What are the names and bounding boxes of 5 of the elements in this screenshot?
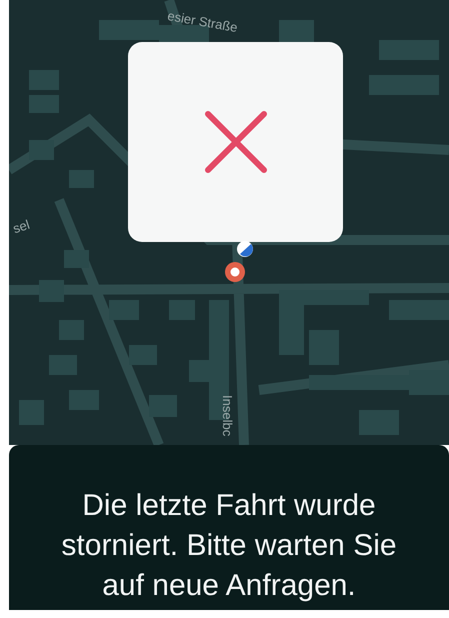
pickup-pin-icon bbox=[224, 261, 246, 283]
street-label: Inselbc bbox=[220, 395, 235, 436]
street-label: sel bbox=[11, 216, 32, 236]
status-message: Die letzte Fahrt wurde storniert. Bitte warten Sie auf neue Anfragen. bbox=[60, 488, 398, 604]
street-label: esier Straße bbox=[166, 8, 239, 36]
